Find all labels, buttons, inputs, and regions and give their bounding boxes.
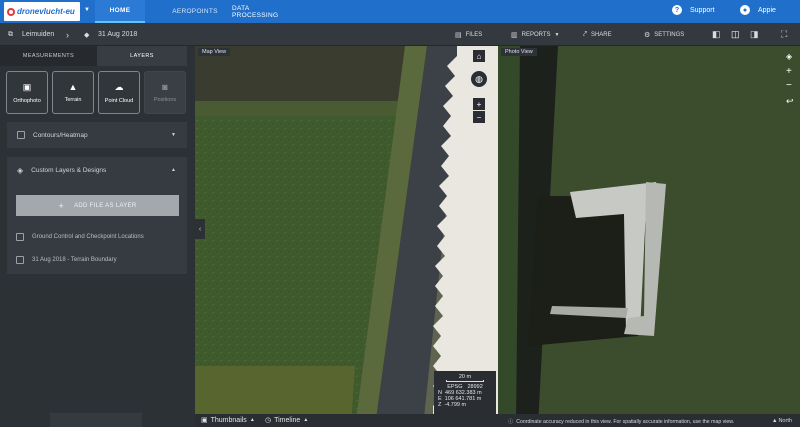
contours-label: Contours/Heatmap: [33, 131, 88, 139]
orthophoto-button[interactable]: ▣ Orthophoto: [6, 71, 48, 114]
positions-button[interactable]: ◙ Positions: [144, 71, 186, 114]
point-cloud-label: Point Cloud: [104, 97, 134, 104]
layout-left-icon[interactable]: ◧: [712, 23, 721, 46]
photo-view-label: Photo View: [501, 48, 537, 56]
share-icon: ⤤: [583, 30, 587, 38]
files-icon: ▤: [455, 31, 462, 39]
north-arrow-icon: ▲: [772, 418, 778, 424]
export-icon[interactable]: ⧉: [8, 23, 13, 46]
gear-icon: ⚙: [644, 31, 651, 39]
plus-icon: +: [58, 200, 65, 211]
zoom-in-icon[interactable]: +: [786, 66, 792, 77]
custom-layers-label: Custom Layers & Designs: [31, 166, 107, 174]
caret-down-icon: ▼: [171, 132, 176, 138]
caret-up-icon: ▲: [249, 417, 255, 423]
reports-icon: ▥: [511, 31, 518, 39]
layer-checkbox[interactable]: [16, 256, 24, 264]
terrain-label: Terrain: [64, 97, 82, 103]
cloud-icon: ☁: [114, 81, 124, 92]
zoom-out-button[interactable]: −: [473, 111, 485, 123]
info-icon: ⓘ: [508, 419, 514, 425]
settings-button[interactable]: ⚙ SETTINGS: [644, 23, 684, 46]
orthophoto-map: [195, 46, 498, 427]
compass-icon[interactable]: ◍: [469, 69, 489, 89]
orthophoto-label: Orthophoto: [13, 97, 41, 104]
caret-up-icon: ▲: [303, 417, 309, 423]
image-icon: ▣: [22, 81, 32, 92]
north-label: North: [778, 418, 792, 424]
share-button[interactable]: ⤤ SHARE: [583, 23, 612, 46]
timeline-toggle[interactable]: ◷ Timeline ▲: [265, 416, 309, 425]
files-button[interactable]: ▤ FILES: [455, 23, 482, 46]
layer-checkbox[interactable]: [16, 233, 24, 241]
support-label: Support: [690, 6, 715, 14]
north-indicator: ▲ North: [772, 418, 792, 424]
survey-date[interactable]: 31 Aug 2018: [98, 23, 137, 46]
user-icon: ●: [740, 5, 750, 15]
panel-footer: [50, 413, 142, 427]
caret-up-icon: ▲: [171, 167, 176, 173]
timeline-label: Timeline: [274, 416, 301, 424]
home-icon[interactable]: ⌂: [473, 50, 485, 62]
scale-line: [446, 380, 484, 382]
fullscreen-icon[interactable]: ⛶: [781, 23, 787, 46]
caret-down-icon[interactable]: ▼: [84, 7, 90, 13]
map-view[interactable]: [195, 46, 498, 427]
layers-icon[interactable]: ◈: [786, 52, 792, 61]
layer-label: 31 Aug 2018 - Terrain Boundary: [32, 257, 117, 263]
camera-icon: ◙: [162, 82, 168, 92]
nav-home[interactable]: HOME: [95, 0, 145, 23]
add-file-as-layer-button[interactable]: + ADD FILE AS LAYER: [16, 195, 179, 216]
nav-data-processing[interactable]: DATA PROCESSING: [232, 0, 294, 23]
custom-layers-header[interactable]: ◈ Custom Layers & Designs ▲: [7, 157, 187, 183]
support-link[interactable]: ? Support: [672, 5, 715, 15]
reports-label: REPORTS: [521, 31, 551, 38]
nav-aeropoints[interactable]: AEROPOINTS: [160, 0, 230, 23]
positions-label: Positions: [153, 97, 177, 103]
accuracy-notice-text: Coordinate accuracy reduced in this view…: [516, 418, 735, 425]
tab-layers[interactable]: LAYERS: [97, 46, 187, 66]
collapse-panel-button[interactable]: ‹: [195, 219, 205, 239]
zoom-in-button[interactable]: +: [473, 98, 485, 110]
zoom-out-icon[interactable]: −: [786, 80, 792, 91]
z-value: -4.799 m: [444, 402, 467, 408]
layout-split-icon[interactable]: ◫: [731, 23, 740, 46]
accuracy-notice: ⓘ Coordinate accuracy reduced in this vie…: [508, 418, 735, 426]
brand-logo[interactable]: dronevlucht-eu: [4, 2, 80, 21]
help-icon: ?: [672, 5, 682, 15]
contours-heatmap-section[interactable]: Contours/Heatmap ▼: [7, 122, 187, 148]
mountain-icon: ▲: [68, 82, 78, 92]
layer-row[interactable]: 31 Aug 2018 - Terrain Boundary: [16, 251, 117, 269]
user-name: Appie: [758, 6, 776, 14]
chevron-right-icon: ›: [66, 29, 69, 40]
thumbnails-label: Thumbnails: [210, 416, 247, 424]
back-arrow-icon[interactable]: ↩: [786, 96, 794, 107]
photo-view[interactable]: [498, 46, 800, 427]
map-view-label: Map View: [198, 48, 231, 56]
files-label: FILES: [465, 31, 483, 38]
layer-label: Ground Control and Checkpoint Locations: [32, 234, 144, 240]
logo-mark-icon: [7, 7, 15, 16]
layout-right-icon[interactable]: ◨: [750, 23, 759, 46]
reports-button[interactable]: ▥ REPORTS ▼: [511, 23, 559, 46]
thumbnails-toggle[interactable]: ▣ Thumbnails ▲: [201, 416, 255, 425]
share-label: SHARE: [590, 31, 612, 38]
terrain-button[interactable]: ▲ Terrain: [52, 71, 94, 114]
image-icon: ▣: [201, 417, 208, 424]
logo-text: dronevlucht-eu: [17, 7, 75, 16]
contours-checkbox[interactable]: [17, 131, 25, 139]
add-file-label: ADD FILE AS LAYER: [74, 202, 137, 209]
survey-icon: ◆: [84, 31, 90, 39]
caret-down-icon: ▼: [554, 31, 560, 38]
project-name[interactable]: Leimuiden: [22, 23, 54, 46]
user-menu[interactable]: ● Appie: [740, 5, 776, 15]
drone-photo: [498, 46, 800, 427]
point-cloud-button[interactable]: ☁ Point Cloud: [98, 71, 140, 114]
layer-row[interactable]: Ground Control and Checkpoint Locations: [16, 228, 144, 246]
settings-label: SETTINGS: [654, 31, 685, 38]
z-label: Z: [438, 402, 442, 408]
layers-stack-icon: ◈: [17, 165, 24, 175]
tab-measurements[interactable]: MEASUREMENTS: [0, 46, 97, 66]
clock-icon: ◷: [265, 417, 272, 424]
